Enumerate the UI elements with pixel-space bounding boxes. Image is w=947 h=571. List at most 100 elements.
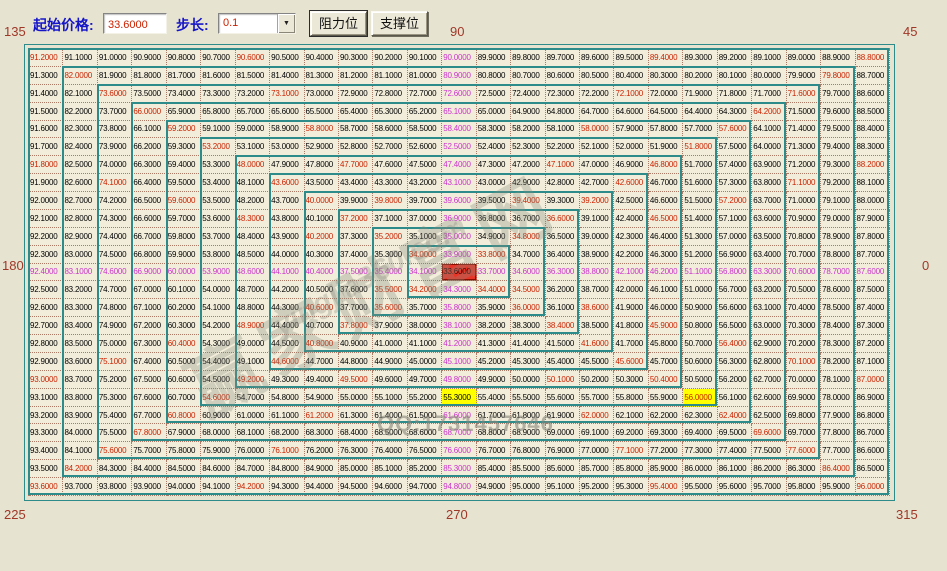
- grid-cell[interactable]: 50.0000: [511, 371, 545, 389]
- grid-cell[interactable]: 76.5000: [408, 442, 442, 460]
- grid-cell[interactable]: 79.0000: [821, 210, 855, 228]
- grid-cell[interactable]: 39.5000: [477, 192, 511, 210]
- grid-cell[interactable]: 51.8000: [683, 138, 717, 156]
- grid-cell[interactable]: 88.9000: [821, 49, 855, 67]
- grid-cell[interactable]: 79.9000: [787, 67, 821, 85]
- grid-cell[interactable]: 54.5000: [201, 371, 235, 389]
- grid-cell[interactable]: 69.0000: [546, 424, 580, 442]
- grid-cell[interactable]: 57.6000: [718, 121, 752, 139]
- grid-cell[interactable]: 46.0000: [649, 299, 683, 317]
- grid-cell[interactable]: 80.2000: [683, 67, 717, 85]
- grid-cell[interactable]: 35.4000: [373, 264, 407, 282]
- grid-cell[interactable]: 41.9000: [614, 299, 648, 317]
- grid-cell[interactable]: 34.6000: [511, 264, 545, 282]
- grid-cell[interactable]: 80.4000: [614, 67, 648, 85]
- grid-cell[interactable]: 79.2000: [821, 174, 855, 192]
- grid-cell[interactable]: 61.7000: [477, 407, 511, 425]
- grid-cell[interactable]: 82.0000: [63, 67, 97, 85]
- grid-cell[interactable]: 68.6000: [408, 424, 442, 442]
- grid-cell[interactable]: 94.9000: [477, 478, 511, 496]
- grid-cell[interactable]: 38.3000: [511, 317, 545, 335]
- grid-cell[interactable]: 66.9000: [132, 264, 166, 282]
- grid-cell[interactable]: 71.1000: [787, 174, 821, 192]
- grid-cell[interactable]: 86.5000: [856, 460, 890, 478]
- grid-cell[interactable]: 93.4000: [29, 442, 63, 460]
- grid-cell[interactable]: 88.0000: [856, 192, 890, 210]
- grid-cell[interactable]: 89.9000: [477, 49, 511, 67]
- grid-cell[interactable]: 71.2000: [787, 156, 821, 174]
- grid-cell[interactable]: 84.7000: [236, 460, 270, 478]
- grid-cell[interactable]: 34.1000: [408, 264, 442, 282]
- grid-cell[interactable]: 81.0000: [408, 67, 442, 85]
- grid-cell[interactable]: 57.2000: [718, 192, 752, 210]
- grid-cell[interactable]: 63.9000: [752, 156, 786, 174]
- grid-cell[interactable]: 46.3000: [649, 246, 683, 264]
- grid-cell[interactable]: 69.4000: [683, 424, 717, 442]
- grid-cell[interactable]: 92.3000: [29, 246, 63, 264]
- grid-cell[interactable]: 72.3000: [546, 85, 580, 103]
- grid-cell[interactable]: 61.5000: [408, 407, 442, 425]
- grid-cell[interactable]: 58.0000: [580, 121, 614, 139]
- grid-cell[interactable]: 47.0000: [580, 156, 614, 174]
- grid-cell[interactable]: 93.9000: [132, 478, 166, 496]
- grid-cell[interactable]: 47.8000: [305, 156, 339, 174]
- grid-cell[interactable]: 45.8000: [649, 335, 683, 353]
- grid-cell[interactable]: 67.9000: [167, 424, 201, 442]
- grid-cell[interactable]: 44.5000: [270, 335, 304, 353]
- grid-cell[interactable]: 36.5000: [546, 228, 580, 246]
- grid-cell[interactable]: 36.0000: [511, 299, 545, 317]
- grid-cell[interactable]: 41.1000: [408, 335, 442, 353]
- grid-cell[interactable]: 38.6000: [580, 299, 614, 317]
- grid-cell[interactable]: 83.8000: [63, 389, 97, 407]
- grid-cell[interactable]: 35.6000: [373, 299, 407, 317]
- grid-cell[interactable]: 66.1000: [132, 121, 166, 139]
- grid-cell[interactable]: 48.7000: [236, 281, 270, 299]
- grid-cell[interactable]: 68.7000: [442, 424, 476, 442]
- grid-cell[interactable]: 64.7000: [580, 103, 614, 121]
- grid-cell[interactable]: 55.0000: [339, 389, 373, 407]
- grid-cell[interactable]: 64.6000: [614, 103, 648, 121]
- grid-cell[interactable]: 52.2000: [546, 138, 580, 156]
- grid-cell[interactable]: 92.8000: [29, 335, 63, 353]
- grid-cell[interactable]: 71.3000: [787, 138, 821, 156]
- grid-cell[interactable]: 81.6000: [201, 67, 235, 85]
- grid-cell[interactable]: 51.0000: [683, 281, 717, 299]
- grid-cell[interactable]: 56.5000: [718, 317, 752, 335]
- grid-cell[interactable]: 79.8000: [821, 67, 855, 85]
- grid-cell[interactable]: 36.3000: [546, 264, 580, 282]
- grid-cell[interactable]: 52.9000: [305, 138, 339, 156]
- grid-cell[interactable]: 57.3000: [718, 174, 752, 192]
- grid-cell[interactable]: 41.5000: [546, 335, 580, 353]
- grid-cell[interactable]: 85.7000: [580, 460, 614, 478]
- grid-cell[interactable]: 75.2000: [98, 371, 132, 389]
- grid-cell[interactable]: 93.5000: [29, 460, 63, 478]
- grid-cell[interactable]: 43.7000: [270, 192, 304, 210]
- grid-cell[interactable]: 49.3000: [270, 371, 304, 389]
- grid-cell[interactable]: 95.9000: [821, 478, 855, 496]
- grid-cell[interactable]: 41.6000: [580, 335, 614, 353]
- grid-cell[interactable]: 85.3000: [442, 460, 476, 478]
- grid-cell[interactable]: 33.7000: [477, 264, 511, 282]
- grid-cell[interactable]: 46.6000: [649, 192, 683, 210]
- grid-cell[interactable]: 47.9000: [270, 156, 304, 174]
- grid-cell[interactable]: 54.3000: [201, 335, 235, 353]
- grid-cell[interactable]: 44.6000: [270, 353, 304, 371]
- support-button[interactable]: 支撑位: [371, 11, 428, 36]
- grid-cell[interactable]: 41.4000: [511, 335, 545, 353]
- grid-cell[interactable]: 43.1000: [442, 174, 476, 192]
- grid-cell[interactable]: 40.1000: [305, 210, 339, 228]
- grid-cell[interactable]: 59.5000: [167, 174, 201, 192]
- grid-cell[interactable]: 93.1000: [29, 389, 63, 407]
- grid-cell[interactable]: 82.9000: [63, 228, 97, 246]
- grid-cell[interactable]: 81.9000: [98, 67, 132, 85]
- grid-cell[interactable]: 92.0000: [29, 192, 63, 210]
- grid-cell[interactable]: 65.4000: [339, 103, 373, 121]
- grid-cell[interactable]: 59.7000: [167, 210, 201, 228]
- grid-cell[interactable]: 41.7000: [614, 335, 648, 353]
- grid-cell[interactable]: 54.9000: [305, 389, 339, 407]
- grid-cell[interactable]: 64.3000: [718, 103, 752, 121]
- grid-cell[interactable]: 34.9000: [477, 228, 511, 246]
- grid-cell[interactable]: 64.8000: [546, 103, 580, 121]
- grid-cell[interactable]: 84.3000: [98, 460, 132, 478]
- grid-cell[interactable]: 52.0000: [614, 138, 648, 156]
